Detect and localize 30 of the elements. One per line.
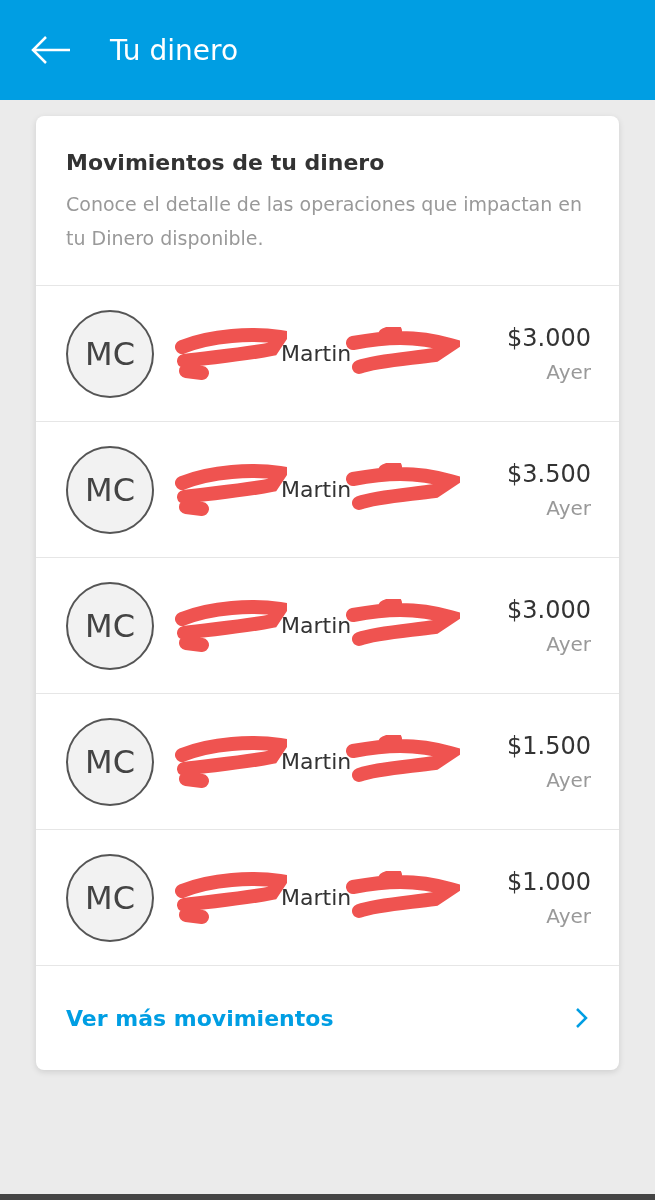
movement-amount: $1.500 [507,731,591,760]
avatar-initials: MC [66,309,154,398]
movement-row[interactable]: MC Martin $1.000 Ayer [36,830,619,966]
payer-name: Martin [281,613,352,638]
movement-date: Ayer [546,495,591,520]
movement-date: Ayer [546,631,591,656]
movement-row[interactable]: MC Martin $3.500 Ayer [36,422,619,558]
movement-date: Ayer [546,767,591,792]
movement-amount: $3.000 [507,323,591,352]
movement-date: Ayer [546,359,591,384]
movement-amount: $3.000 [507,595,591,624]
movement-amount: $3.500 [507,459,591,488]
card-title: Movimientos de tu dinero [66,150,386,175]
payer-name: Martin [281,477,352,502]
avatar-initials: MC [66,581,154,670]
avatar-initials: MC [66,853,154,942]
avatar-initials: MC [66,717,154,806]
card-description: Conoce el detalle de las operaciones que impactan en tu Dinero disponible. [66,192,584,251]
avatar-initials: MC [66,445,154,534]
payer-name: Martin [281,885,352,910]
chevron-right-icon[interactable] [575,1007,589,1029]
movement-row[interactable]: MC Martin $3.000 Ayer [36,558,619,694]
back-arrow-icon[interactable] [30,35,72,65]
movement-row[interactable]: MC Martin $1.500 Ayer [36,694,619,830]
movement-amount: $1.000 [507,867,591,896]
screen-title: Tu dinero [110,33,239,67]
movement-row[interactable]: MC Martin $3.000 Ayer [36,286,619,422]
payer-name: Martin [281,749,352,774]
payer-name: Martin [281,341,352,366]
movement-date: Ayer [546,903,591,928]
